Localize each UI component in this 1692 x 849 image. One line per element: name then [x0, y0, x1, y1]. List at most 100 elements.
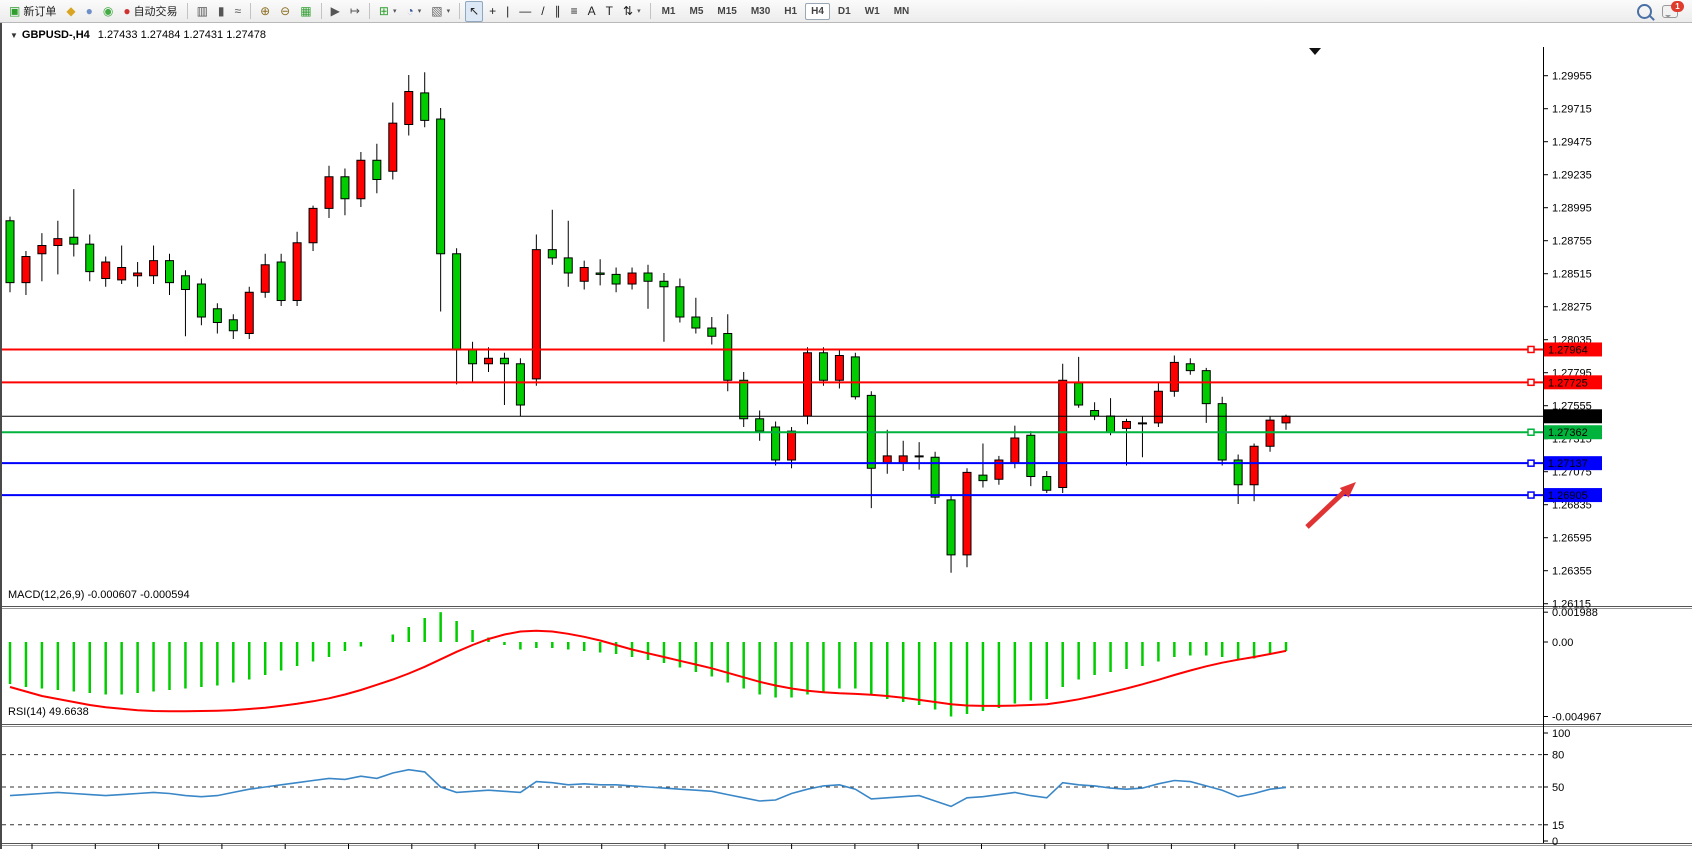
auto-trading-icon: ● [123, 5, 130, 17]
arrows-tool-button[interactable]: ⇅▾ [619, 1, 645, 22]
crosshair-button[interactable]: + [485, 1, 500, 22]
svg-text:1.28275: 1.28275 [1552, 302, 1592, 314]
crosshair-icon: + [489, 5, 496, 17]
new-order-button-label: 新订单 [23, 3, 56, 19]
auto-trading-button-label: 自动交易 [134, 3, 178, 19]
signal-icon-icon: ◉ [103, 5, 113, 17]
signal-icon-button[interactable]: ◉ [99, 1, 117, 22]
line-chart-button[interactable]: ≈ [231, 1, 246, 22]
chart-shift-button[interactable]: ↦ [346, 1, 364, 22]
toolbar-separator [369, 3, 370, 19]
svg-text:0.00: 0.00 [1552, 637, 1573, 649]
chevron-down-icon[interactable]: ▾ [637, 7, 641, 15]
svg-text:1.29235: 1.29235 [1552, 170, 1592, 182]
auto-scroll-button[interactable]: ▶ [327, 1, 344, 22]
zoom-in-button[interactable]: ⊕ [256, 1, 274, 22]
svg-text:1.28995: 1.28995 [1552, 203, 1592, 215]
timeframe-w1-button[interactable]: W1 [859, 3, 886, 20]
timeframe-toolbar: M1M5M15M30H1H4D1W1MN [655, 3, 917, 20]
auto-trading-button[interactable]: ● 自动交易 [119, 1, 181, 22]
profile-icon-icon: ● [86, 5, 93, 17]
rsi-indicator-label: RSI(14) 49.6638 [8, 706, 89, 718]
vertical-line-button[interactable]: | [502, 1, 513, 22]
svg-text:1.27362: 1.27362 [1548, 427, 1588, 439]
svg-text:1.29955: 1.29955 [1552, 71, 1592, 83]
market-watch-icon-button[interactable]: ◆ [62, 1, 79, 22]
svg-text:1.27725: 1.27725 [1548, 377, 1588, 389]
toolbar-separator [650, 3, 651, 19]
svg-text:-0.004967: -0.004967 [1552, 712, 1602, 724]
text-button[interactable]: A [584, 1, 600, 22]
chevron-down-icon[interactable]: ▾ [418, 7, 422, 15]
zoom-out-button[interactable]: ⊖ [276, 1, 294, 22]
indicators-button[interactable]: ⊞▾ [375, 1, 401, 22]
cursor-button[interactable]: ↖ [465, 1, 483, 22]
periods-clock-icon: ◔ [406, 5, 413, 17]
notification-badge: 1 [1671, 1, 1684, 12]
fibonacci-button[interactable]: ≡ [567, 1, 582, 22]
chevron-down-icon[interactable]: ▾ [393, 7, 397, 15]
timeframe-d1-button[interactable]: D1 [832, 3, 857, 20]
chat-icon[interactable]: 1 [1662, 5, 1678, 18]
symbol-period-label: GBPUSD-,H4 [22, 29, 90, 41]
templates-icon: ▧ [431, 5, 442, 17]
cursor-icon: ↖ [469, 5, 479, 17]
timeframe-h1-button[interactable]: H1 [778, 3, 803, 20]
timeframe-m1-button[interactable]: M1 [656, 3, 682, 20]
chevron-down-icon[interactable]: ▾ [447, 7, 451, 15]
svg-text:1.29715: 1.29715 [1552, 104, 1592, 116]
timeframe-h4-button[interactable]: H4 [805, 3, 830, 20]
chart-shift-icon: ↦ [350, 5, 360, 17]
trendline-button[interactable]: / [537, 1, 548, 22]
templates-button[interactable]: ▧▾ [427, 1, 454, 22]
svg-text:100: 100 [1552, 728, 1570, 740]
text-icon: A [588, 5, 596, 17]
profile-icon-button[interactable]: ● [82, 1, 97, 22]
new-order-icon: ▣ [9, 5, 20, 17]
line-chart-icon: ≈ [235, 5, 242, 17]
search-icon[interactable] [1637, 4, 1652, 19]
periods-clock-button[interactable]: ◔▾ [402, 1, 425, 22]
toolbar-button-group: ▣新订单◆●◉●自动交易▥▮≈⊕⊖▦▶↦⊞▾◔▾▧▾↖+|—/∥≡AT⇅▾ [4, 1, 655, 22]
timeframe-m30-button[interactable]: M30 [745, 3, 776, 20]
toolbar-separator [250, 3, 251, 19]
timeframe-m5-button[interactable]: M5 [683, 3, 709, 20]
main-toolbar: ▣新订单◆●◉●自动交易▥▮≈⊕⊖▦▶↦⊞▾◔▾▧▾↖+|—/∥≡AT⇅▾ M1… [0, 0, 1692, 23]
bar-chart-icon: ▥ [197, 5, 208, 17]
svg-text:1.27964: 1.27964 [1548, 344, 1588, 356]
auto-scroll-icon: ▶ [331, 5, 340, 17]
trendline-icon: / [541, 5, 544, 17]
svg-text:50: 50 [1552, 782, 1564, 794]
bar-chart-button[interactable]: ▥ [193, 1, 212, 22]
candlestick-chart-icon: ▮ [218, 5, 225, 17]
svg-text:1.27478: 1.27478 [1548, 411, 1588, 423]
svg-text:80: 80 [1552, 750, 1564, 762]
svg-text:1.26595: 1.26595 [1552, 533, 1592, 545]
market-watch-icon-icon: ◆ [66, 5, 75, 17]
collapse-panel-icon[interactable]: ▼ [10, 31, 18, 40]
svg-text:1.29475: 1.29475 [1552, 137, 1592, 149]
svg-text:1.28755: 1.28755 [1552, 236, 1592, 248]
horizontal-line-icon: — [519, 5, 531, 17]
tile-windows-icon: ▦ [300, 5, 311, 17]
indicators-icon: ⊞ [379, 5, 389, 17]
svg-text:1.28515: 1.28515 [1552, 269, 1592, 281]
zoom-out-icon: ⊖ [280, 5, 290, 17]
timeframe-m15-button[interactable]: M15 [711, 3, 742, 20]
text-label-button[interactable]: T [602, 1, 617, 22]
chart-canvas[interactable]: 1.29955 1.29715 1.29475 1.29235 1.28995 1.287… [2, 23, 1692, 849]
new-order-button[interactable]: ▣新订单 [5, 1, 60, 22]
fibonacci-icon: ≡ [571, 5, 578, 17]
tile-windows-button[interactable]: ▦ [296, 1, 315, 22]
svg-text:0.001988: 0.001988 [1552, 607, 1598, 619]
chart-title: ▼GBPUSD-,H41.27433 1.27484 1.27431 1.274… [10, 29, 266, 41]
equidistant-channel-icon: ∥ [555, 5, 561, 17]
horizontal-line-button[interactable]: — [515, 1, 535, 22]
svg-text:1.26905: 1.26905 [1548, 490, 1588, 502]
zoom-in-icon: ⊕ [260, 5, 270, 17]
chart-window[interactable]: ▼GBPUSD-,H41.27433 1.27484 1.27431 1.274… [0, 23, 1692, 849]
timeframe-mn-button[interactable]: MN [888, 3, 916, 20]
equidistant-channel-button[interactable]: ∥ [551, 1, 565, 22]
candlestick-chart-button[interactable]: ▮ [214, 1, 229, 22]
toolbar-separator [321, 3, 322, 19]
